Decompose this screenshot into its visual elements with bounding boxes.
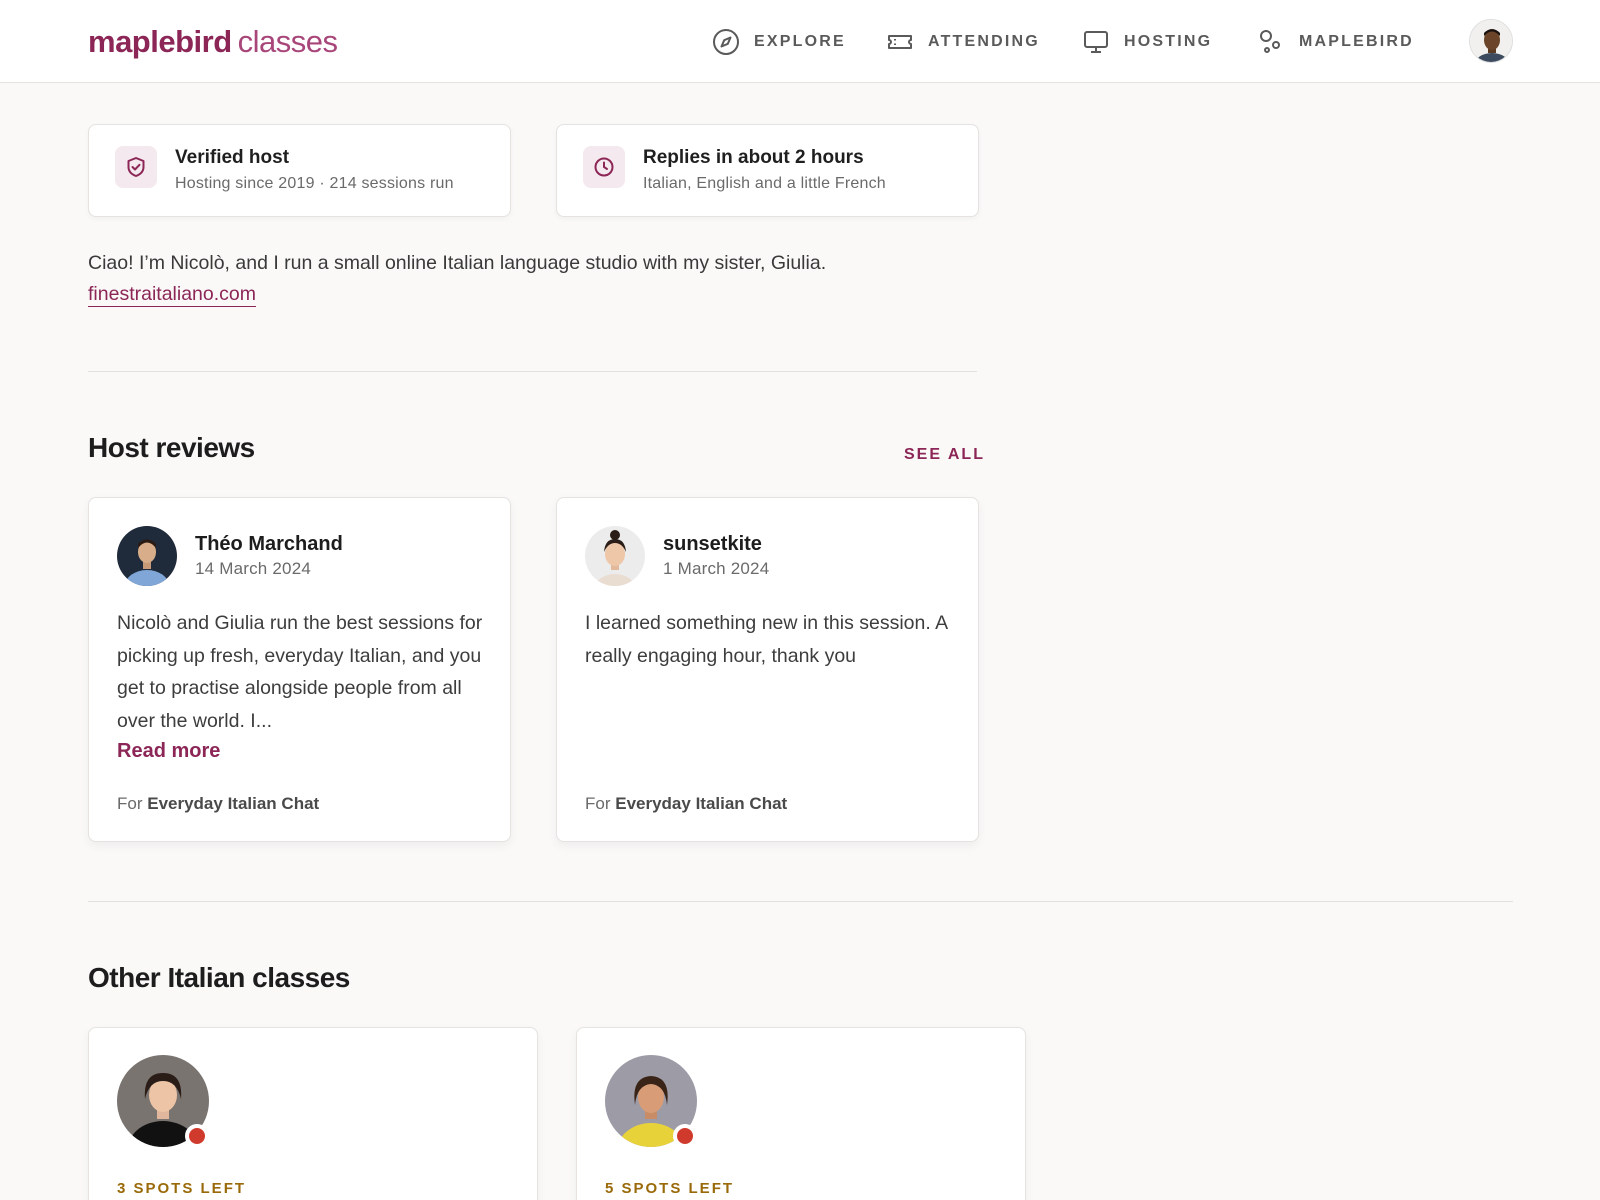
review-class-ref: For Everyday Italian Chat (585, 794, 787, 814)
host-website-link[interactable]: finestraitaliano.com (88, 282, 256, 307)
review-class-ref: For Everyday Italian Chat (117, 794, 319, 814)
nav-attending[interactable]: ATTENDING (886, 26, 1040, 58)
verified-host-card: Verified host Hosting since 2019 · 214 s… (88, 124, 511, 217)
nav-explore[interactable]: EXPLORE (712, 26, 846, 58)
shapes-icon (1257, 28, 1285, 56)
review-card: Théo Marchand 14 March 2024 Nicolò and G… (88, 497, 511, 842)
class-card[interactable]: 5 SPOTS LEFT (576, 1027, 1026, 1200)
user-avatar[interactable] (1469, 19, 1513, 63)
reply-time-subtitle: Italian, English and a little French (643, 175, 886, 192)
spots-left-label: 5 SPOTS LEFT (605, 1180, 735, 1197)
host-reviews-heading: Host reviews (88, 432, 255, 463)
spots-left-label: 3 SPOTS LEFT (117, 1180, 247, 1197)
class-card[interactable]: 3 SPOTS LEFT (88, 1027, 538, 1200)
reviewer-avatar (585, 526, 645, 586)
review-card: sunsetkite 1 March 2024 I learned someth… (556, 497, 979, 842)
section-divider (88, 901, 1513, 902)
reviewer-name: sunsetkite (663, 533, 762, 555)
nav-explore-label: EXPLORE (754, 33, 846, 50)
reviewer-avatar (117, 526, 177, 586)
ticket-icon (886, 28, 914, 56)
live-status-dot (673, 1124, 697, 1148)
read-more-link[interactable]: Read more (117, 740, 220, 763)
review-class-name: Everyday Italian Chat (147, 794, 320, 813)
review-text: I learned something new in this session.… (585, 612, 948, 667)
maplebird-classes-logo[interactable]: maplebird classes (88, 22, 338, 62)
review-date: 14 March 2024 (195, 559, 312, 578)
review-date: 1 March 2024 (663, 559, 770, 578)
nav-maplebird-label: MAPLEBIRD (1299, 33, 1414, 50)
reply-time-card: Replies in about 2 hours Italian, Englis… (556, 124, 979, 217)
nav-hosting-label: HOSTING (1124, 33, 1213, 50)
verified-host-subtitle: Hosting since 2019 · 214 sessions run (175, 175, 454, 192)
reviewer-name: Théo Marchand (195, 533, 343, 555)
nav-attending-label: ATTENDING (928, 33, 1040, 50)
host-bio: Ciao! I’m Nicolò, and I run a small onli… (88, 252, 827, 274)
nav-hosting[interactable]: HOSTING (1082, 26, 1212, 58)
review-for-prefix: For (585, 794, 611, 813)
clock-icon (583, 146, 625, 188)
logo-brand: maplebird (88, 24, 232, 59)
logo-product: classes (237, 24, 338, 59)
live-status-dot (185, 1124, 209, 1148)
verified-host-title: Verified host (175, 147, 290, 168)
review-class-name: Everyday Italian Chat (615, 794, 788, 813)
section-divider (88, 371, 977, 372)
monitor-icon (1082, 28, 1110, 56)
nav-maplebird[interactable]: MAPLEBIRD (1257, 26, 1414, 58)
reply-time-title: Replies in about 2 hours (643, 147, 864, 168)
review-for-prefix: For (117, 794, 143, 813)
compass-icon (712, 28, 740, 56)
shield-check-icon (115, 146, 157, 188)
top-navigation-bar: maplebird classes EXPLORE ATTENDING HOSTI… (0, 0, 1600, 83)
other-classes-heading: Other Italian classes (88, 962, 350, 993)
see-all-reviews-link[interactable]: SEE ALL (904, 446, 985, 464)
review-text: Nicolò and Giulia run the best sessions … (117, 612, 483, 732)
